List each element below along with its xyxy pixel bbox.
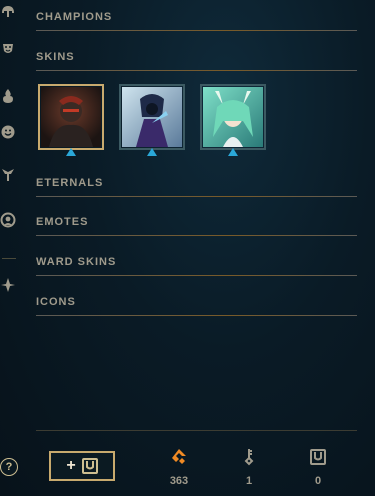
add-to-chest-button[interactable]: + (49, 451, 115, 481)
key-fragment-counter: 1 (229, 448, 269, 487)
orange-essence-icon (172, 449, 186, 464)
key-fragment-value: 1 (245, 475, 253, 487)
ward-icon[interactable] (0, 166, 16, 182)
summoner-emblem-icon[interactable] (0, 277, 16, 293)
section-ward-skins[interactable]: WARD SKINS (36, 255, 357, 276)
chest-value: 0 (314, 475, 322, 487)
skins-grid (38, 84, 266, 156)
section-divider (36, 235, 357, 236)
rarity-gem-icon (147, 148, 157, 156)
sidebar-divider (2, 258, 16, 259)
rarity-gem-icon (228, 148, 238, 156)
skin-tile[interactable] (200, 84, 266, 156)
tile-frame (119, 84, 185, 150)
section-label: CHAMPIONS (36, 11, 113, 23)
section-label: ETERNALS (36, 177, 104, 189)
key-fragment-icon (244, 449, 254, 466)
section-divider (36, 275, 357, 276)
section-divider (36, 196, 357, 197)
section-label: EMOTES (36, 216, 89, 228)
section-champions[interactable]: CHAMPIONS (36, 10, 357, 31)
section-label: SKINS (36, 51, 75, 63)
section-divider (36, 70, 357, 71)
emote-face-icon[interactable] (0, 212, 16, 228)
section-icons[interactable]: ICONS (36, 295, 357, 316)
section-label: ICONS (36, 296, 76, 308)
chest-counter: 0 (298, 448, 338, 487)
section-emotes[interactable]: EMOTES (36, 215, 357, 236)
smiley-icon[interactable] (0, 124, 16, 140)
chest-icon (310, 449, 326, 465)
section-label: WARD SKINS (36, 256, 117, 268)
orange-essence-value: 363 (169, 475, 189, 487)
helmet-icon[interactable] (0, 4, 16, 20)
help-button[interactable]: ? (0, 458, 18, 476)
skin-tile[interactable] (119, 84, 185, 156)
chest-icon (81, 458, 98, 474)
sidebar: ? (0, 0, 22, 496)
section-eternals[interactable]: ETERNALS (36, 176, 357, 197)
skin-tile[interactable] (38, 84, 104, 156)
section-skins[interactable]: SKINS (36, 50, 357, 71)
flame-icon[interactable] (0, 88, 16, 104)
footer-divider (36, 430, 357, 431)
tile-frame (200, 84, 266, 150)
section-divider (36, 315, 357, 316)
plus-icon: + (66, 457, 76, 474)
section-divider (36, 30, 357, 31)
orange-essence-counter: 363 (159, 448, 199, 487)
tile-frame (38, 84, 104, 150)
rarity-gem-icon (66, 148, 76, 156)
theater-mask-icon[interactable] (0, 41, 16, 57)
